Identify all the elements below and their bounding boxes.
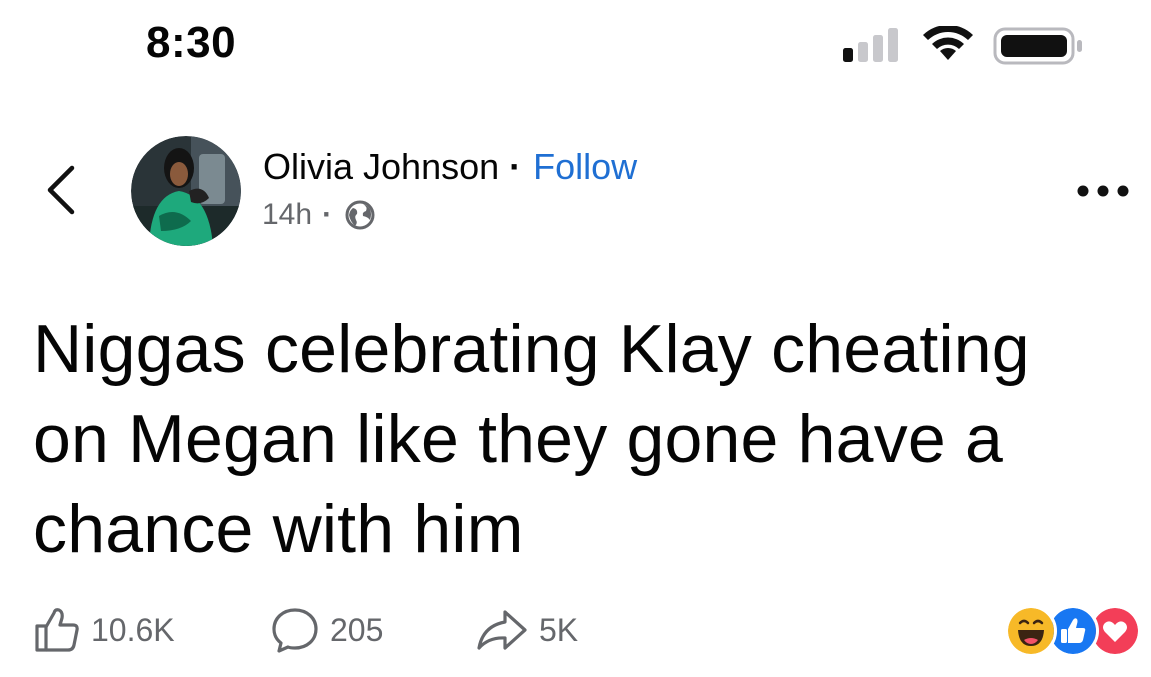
meta-separator: · xyxy=(322,198,333,231)
comment-icon xyxy=(272,608,318,653)
comment-count: 205 xyxy=(330,611,384,648)
author-name[interactable]: Olivia Johnson xyxy=(263,146,499,188)
action-row: 10.6K 205 5K xyxy=(0,600,1151,660)
battery-icon xyxy=(993,27,1082,65)
wifi-icon xyxy=(923,26,973,60)
haha-reaction-icon xyxy=(1005,605,1057,657)
author-line: Olivia Johnson · Follow xyxy=(263,146,637,188)
status-bar: 8:30 xyxy=(0,0,1151,100)
avatar[interactable] xyxy=(131,136,241,246)
post-meta: 14h · xyxy=(262,198,376,232)
status-time: 8:30 xyxy=(146,18,237,67)
like-button[interactable]: 10.6K xyxy=(33,600,175,660)
share-count: 5K xyxy=(539,611,579,648)
share-icon xyxy=(477,610,527,650)
thumbs-up-icon xyxy=(35,608,79,652)
post-time[interactable]: 14h xyxy=(262,198,312,232)
post-text: Niggas celebrating Klay cheating on Mega… xyxy=(33,311,1030,567)
more-options-button[interactable] xyxy=(1073,178,1133,204)
globe-icon xyxy=(345,200,375,230)
like-count: 10.6K xyxy=(91,611,175,648)
comment-button[interactable]: 205 xyxy=(270,600,383,660)
reactions-summary[interactable] xyxy=(1003,605,1143,657)
follow-button[interactable]: Follow xyxy=(533,146,637,188)
share-button[interactable]: 5K xyxy=(475,600,578,660)
signal-icon xyxy=(843,28,898,62)
author-separator: · xyxy=(509,146,522,187)
back-button[interactable] xyxy=(38,160,88,220)
